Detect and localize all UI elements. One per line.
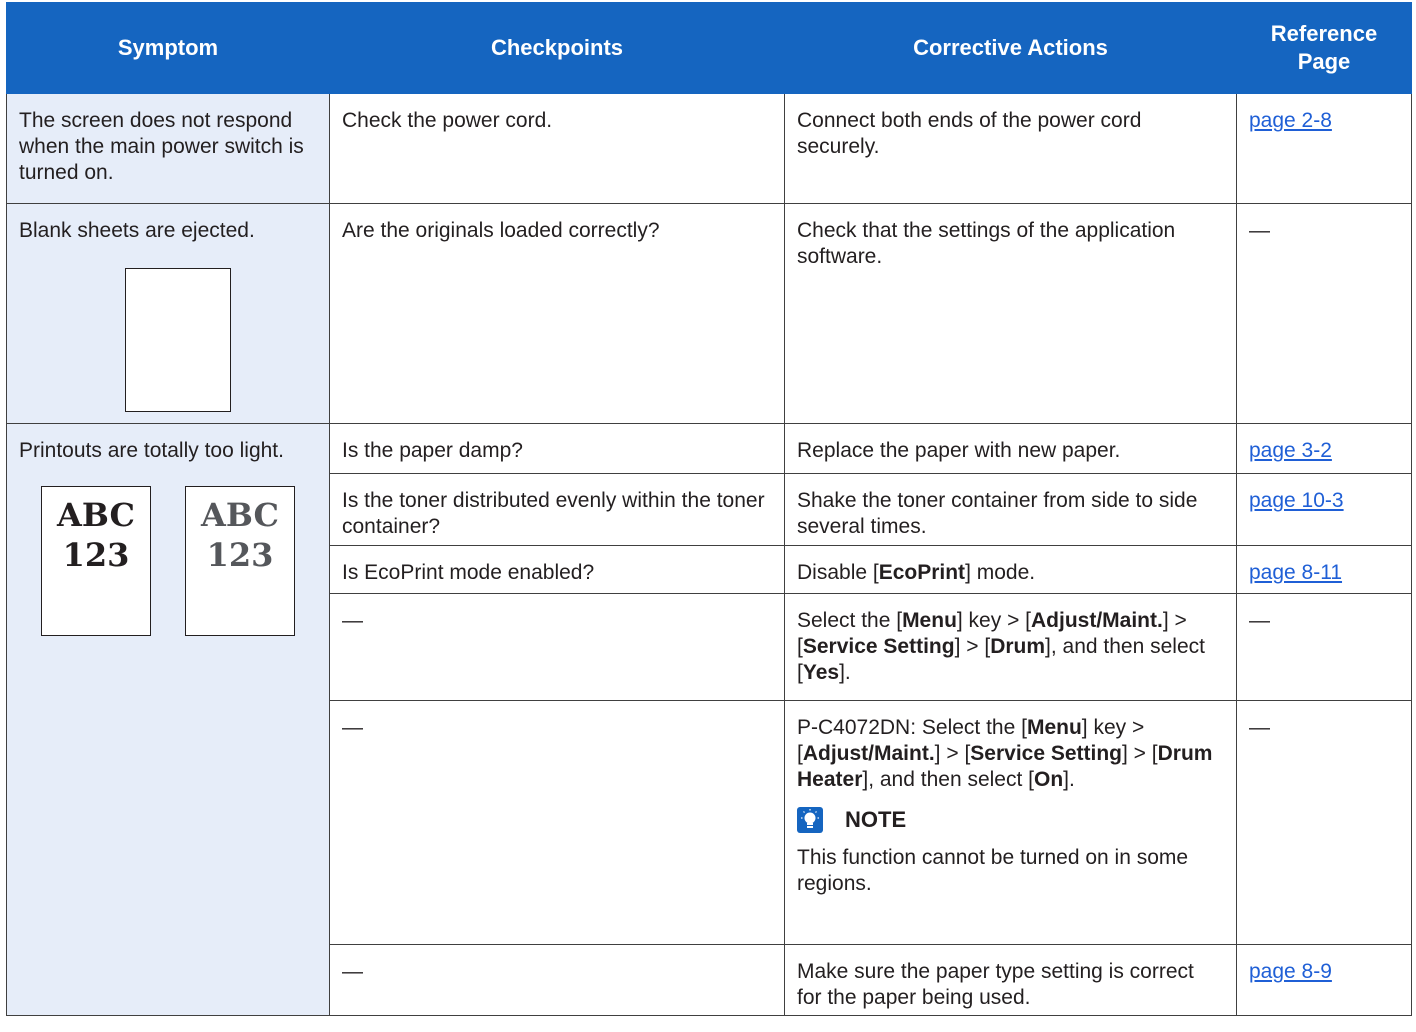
- checkpoint-cell: Is the toner distributed evenly within t…: [329, 473, 785, 546]
- reference-cell: page 10-3: [1236, 473, 1412, 546]
- checkpoint-cell: —: [329, 593, 785, 701]
- checkpoint-cell: Is the paper damp?: [329, 423, 785, 474]
- table-row: The screen does not respond when the mai…: [6, 93, 1412, 204]
- reference-cell: —: [1236, 593, 1412, 701]
- reference-cell: page 8-11: [1236, 545, 1412, 594]
- reference-cell: page 2-8: [1236, 93, 1412, 204]
- blank-sheet-illustration: [125, 268, 231, 412]
- troubleshooting-table: Symptom Checkpoints Corrective Actions R…: [6, 2, 1412, 1016]
- table-row: Blank sheets are ejected. Are the origin…: [6, 203, 1412, 424]
- reference-link[interactable]: page 2-8: [1249, 109, 1332, 132]
- checkpoint-cell: Check the power cord.: [329, 93, 785, 204]
- note-text: This function cannot be turned on in som…: [797, 846, 1189, 895]
- action-cell: Make sure the paper type setting is corr…: [784, 944, 1237, 1016]
- reference-link[interactable]: page 8-11: [1249, 561, 1342, 584]
- table-row: Printouts are totally too light. ABC 123…: [6, 423, 1412, 1016]
- note-heading: NOTE: [797, 807, 1224, 833]
- action-cell: Select the [Menu] key > [Adjust/Maint.] …: [784, 593, 1237, 701]
- action-cell: P-C4072DN: Select the [Menu] key > [Adju…: [784, 700, 1237, 945]
- reference-link[interactable]: page 3-2: [1249, 439, 1332, 462]
- action-cell: Check that the settings of the applicati…: [784, 203, 1237, 424]
- symptom-cell: The screen does not respond when the mai…: [6, 93, 330, 204]
- header-symptom: Symptom: [6, 2, 330, 94]
- checkpoint-cell: —: [329, 700, 785, 945]
- action-cell: Disable [EcoPrint] mode.: [784, 545, 1237, 594]
- reference-link[interactable]: page 10-3: [1249, 489, 1344, 512]
- checkpoint-cell: Are the originals loaded correctly?: [329, 203, 785, 424]
- reference-cell: —: [1236, 203, 1412, 424]
- header-row: Symptom Checkpoints Corrective Actions R…: [6, 2, 1412, 94]
- action-cell: Connect both ends of the power cord secu…: [784, 93, 1237, 204]
- action-text: P-C4072DN: Select the [Menu] key > [Adju…: [797, 716, 1213, 791]
- action-cell: Shake the toner container from side to s…: [784, 473, 1237, 546]
- symptom-cell: Blank sheets are ejected.: [6, 203, 330, 424]
- lightbulb-icon: [797, 807, 823, 833]
- sample-printout-light: ABC 123: [41, 486, 151, 636]
- header-reference-page: Reference Page: [1236, 2, 1412, 94]
- checkpoint-cell: Is EcoPrint mode enabled?: [329, 545, 785, 594]
- header-checkpoints: Checkpoints: [329, 2, 785, 94]
- sample-printout-faded: ABC 123: [185, 486, 295, 636]
- symptom-cell: Printouts are totally too light. ABC 123…: [6, 423, 330, 1016]
- reference-link[interactable]: page 8-9: [1249, 960, 1332, 983]
- sample-printouts: ABC 123 ABC 123: [41, 486, 317, 636]
- reference-cell: —: [1236, 700, 1412, 945]
- reference-cell: page 8-9: [1236, 944, 1412, 1016]
- checkpoint-cell: —: [329, 944, 785, 1016]
- action-cell: Replace the paper with new paper.: [784, 423, 1237, 474]
- reference-cell: page 3-2: [1236, 423, 1412, 474]
- header-corrective-actions: Corrective Actions: [784, 2, 1237, 94]
